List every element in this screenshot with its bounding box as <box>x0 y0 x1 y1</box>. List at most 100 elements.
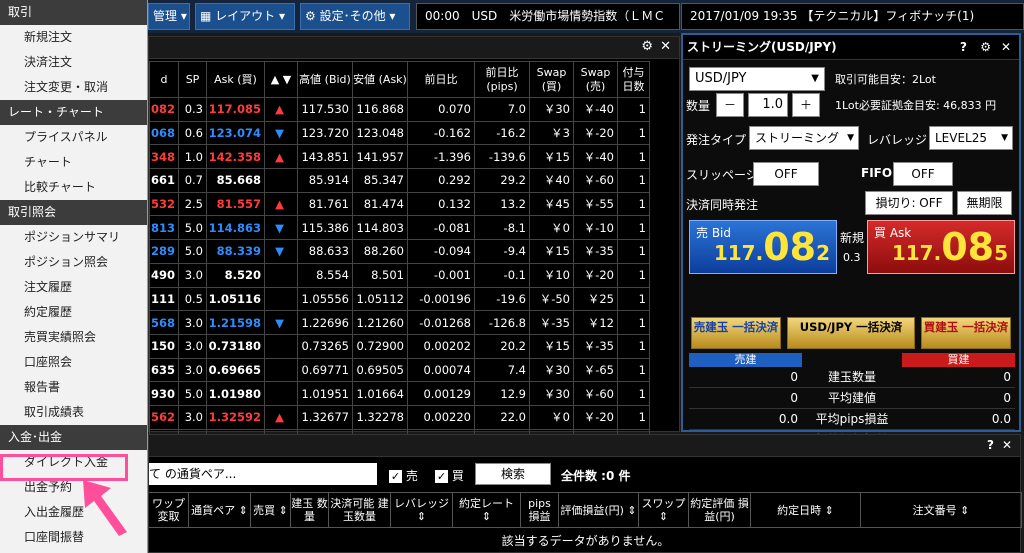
column-header[interactable]: スワップ ⇕ <box>639 493 689 527</box>
trend-arrow-icon <box>264 333 298 359</box>
table-row[interactable]: 490 3.0 8.520 8.554 8.501 -0.001 -0.1 ￥10 ￥-20 1 <box>149 262 650 288</box>
sidebar-item[interactable]: チャート <box>0 150 147 175</box>
table-row[interactable]: 635 3.0 0.69665 0.69771 0.69505 0.00074 7.4 ￥30… <box>149 357 650 383</box>
top-toolbar: 管理 ▾ ▦ レイアウト ▾ ⚙ 設定･その他 ▾ 00:00 USD 米労働市… <box>148 0 1024 33</box>
column-header[interactable]: 決済可能 建玉数量 <box>329 493 391 527</box>
column-header[interactable]: 注文番号 ⇕ <box>861 493 1022 527</box>
column-header[interactable]: ワップ 変取 <box>149 493 189 527</box>
close-all-pair-button[interactable]: USD/JPY 一括決済 <box>787 317 915 349</box>
rate-cell: 930 <box>149 381 179 406</box>
close-icon[interactable]: ✕ <box>1002 438 1012 452</box>
column-header[interactable]: Ask (買) <box>206 61 265 98</box>
rate-cell: 348 <box>149 144 179 170</box>
rate-cell: 532 <box>149 191 179 217</box>
table-row[interactable]: 068 0.6 123.074 ▼ 123.720 123.048 -0.162 -16.2 ￥… <box>149 120 650 146</box>
column-header[interactable]: 評価損益(円) ⇕ <box>559 493 639 527</box>
bid-sell-button[interactable]: 売 Bid 117.082 <box>689 220 837 274</box>
table-row[interactable]: 562 3.0 1.32592 ▲ 1.32677 1.32278 0.00220 22.0 ￥… <box>149 404 650 430</box>
leverage-select[interactable]: LEVEL25 ▼ <box>929 126 1013 150</box>
table-row[interactable]: 111 0.5 1.05116 1.05556 1.05112 -0.00196 -19.6… <box>149 286 650 312</box>
pair-select[interactable]: USD/JPY ▼ <box>689 67 825 91</box>
rate-cell: 2.5 <box>178 191 207 217</box>
table-row[interactable]: 568 3.0 1.21598 ▼ 1.22696 1.21260 -0.01268 -126… <box>149 310 650 335</box>
column-header[interactable]: レバレッジ ⇕ <box>391 493 453 527</box>
table-row[interactable]: 348 1.0 142.358 ▲ 143.851 141.957 -1.396 -139.6… <box>149 144 650 170</box>
column-header[interactable]: 安値 (Ask) <box>352 61 408 98</box>
order-type-select[interactable]: ストリーミング ▼ <box>749 126 859 150</box>
table-row[interactable]: 082 0.3 117.085 ▲ 117.530 116.868 0.070 7.0 ￥30 ￥… <box>149 97 650 122</box>
table-row[interactable]: 289 5.0 88.339 ▼ 88.633 88.260 -0.094 -9.4 ￥15 ￥-… <box>149 239 650 264</box>
column-header[interactable]: 前日比 <box>407 61 475 98</box>
column-header[interactable]: 約定日時 ⇕ <box>751 493 861 527</box>
rate-cell: -0.00196 <box>407 286 475 312</box>
column-header[interactable]: ▲ ▼ <box>264 61 298 98</box>
column-header[interactable]: 約定評価 損益(円) <box>689 493 751 527</box>
ask-buy-button[interactable]: 買 Ask 117.085 <box>867 220 1015 274</box>
buy-filter-checkbox[interactable]: ✓ 買 <box>435 467 464 484</box>
column-header[interactable]: 高値 (Bid) <box>297 61 353 98</box>
table-row[interactable]: 930 5.0 1.01980 1.01951 1.01664 0.00129 12.9 ￥3… <box>149 381 650 406</box>
table-row[interactable]: 532 2.5 81.557 ▲ 81.761 81.474 0.132 13.2 ￥45 ￥-5… <box>149 191 650 217</box>
quantity-input[interactable]: 1.0 <box>748 93 788 117</box>
expiry-button[interactable]: 無期限 <box>957 191 1012 215</box>
news-headline[interactable]: 2017/01/09 19:35 【テクニカル】フィボナッチ(1) <box>681 3 1024 30</box>
close-all-sell-button[interactable]: 売建玉 一括決済 <box>691 317 781 349</box>
buy-filter-label: 買 <box>451 469 464 483</box>
gear-icon[interactable]: ⚙ <box>980 35 991 60</box>
rate-cell: 1 <box>617 215 650 241</box>
column-header[interactable]: 前日比 (pips) <box>474 61 530 98</box>
close-icon[interactable]: ✕ <box>660 39 671 54</box>
rate-cell: 0.69505 <box>352 357 408 383</box>
column-header[interactable]: 付与 日数 <box>617 61 650 98</box>
layout-icon: ▦ <box>200 9 212 23</box>
help-icon[interactable]: ? <box>987 438 994 452</box>
slippage-toggle[interactable]: OFF <box>753 162 819 186</box>
layout-menu[interactable]: ▦ レイアウト ▾ <box>195 3 295 30</box>
quantity-decrease-button[interactable]: － <box>716 93 744 117</box>
sidebar-item[interactable]: 売買実績照会 <box>0 325 147 350</box>
column-header[interactable]: Swap (売) <box>573 61 618 98</box>
news-ticker[interactable]: 00:00 USD 米労働市場情勢指数（ＬＭＣ <box>416 3 680 30</box>
management-menu[interactable]: 管理 ▾ <box>148 3 190 30</box>
close-all-buy-button[interactable]: 買建玉 一括決済 <box>921 317 1011 349</box>
sidebar-item[interactable]: 新規注文 <box>0 25 147 50</box>
column-header[interactable]: 売買 ⇕ <box>251 493 291 527</box>
trend-arrow-icon <box>264 262 298 288</box>
sidebar-item[interactable]: 比較チャート <box>0 175 147 200</box>
column-header[interactable]: SP <box>178 61 207 98</box>
gear-icon[interactable]: ⚙ <box>641 39 653 54</box>
column-header[interactable]: 通貨ペア ⇕ <box>189 493 251 527</box>
close-icon[interactable]: ✕ <box>1001 35 1011 60</box>
sidebar-item[interactable]: ポジション照会 <box>0 250 147 275</box>
sidebar-item[interactable]: 報告書 <box>0 375 147 400</box>
stop-loss-button[interactable]: 損切り: OFF <box>865 191 953 215</box>
column-header[interactable]: Swap (買) <box>529 61 574 98</box>
column-header[interactable]: d <box>149 61 179 98</box>
table-row[interactable]: 150 3.0 0.73180 0.73265 0.72900 0.00202 20.2 ￥1… <box>149 333 650 359</box>
sidebar-item[interactable]: 決済注文 <box>0 50 147 75</box>
search-button[interactable]: 検索 <box>475 463 551 485</box>
settings-menu[interactable]: ⚙ 設定･その他 ▾ <box>300 3 410 30</box>
rate-cell: 3.0 <box>178 310 207 335</box>
sidebar-item[interactable]: 約定履歴 <box>0 300 147 325</box>
sidebar-item[interactable]: ポジションサマリ <box>0 225 147 250</box>
sidebar-item[interactable]: 注文履歴 <box>0 275 147 300</box>
sell-header: 売建 <box>689 353 802 367</box>
column-header[interactable]: 建玉 数量 <box>291 493 329 527</box>
sidebar-item[interactable]: 取引成績表 <box>0 400 147 425</box>
help-icon[interactable]: ? <box>960 35 967 60</box>
quantity-increase-button[interactable]: ＋ <box>792 93 820 117</box>
pair-filter-select[interactable]: て の通貨ペア... <box>149 463 377 485</box>
rate-cell: ￥30 <box>529 357 574 383</box>
sidebar-item[interactable]: 口座照会 <box>0 350 147 375</box>
fifo-toggle[interactable]: OFF <box>893 162 953 186</box>
table-row[interactable]: 813 5.0 114.863 ▼ 115.386 114.803 -0.081 -8.1 ￥0… <box>149 215 650 241</box>
table-row[interactable]: 661 0.7 85.668 85.914 85.347 0.292 29.2 ￥40 ￥-60… <box>149 168 650 193</box>
column-header[interactable]: pips 損益 <box>521 493 559 527</box>
sidebar-item[interactable]: 注文変更・取消 <box>0 75 147 100</box>
rate-cell: 1 <box>617 404 650 430</box>
sidebar-item[interactable]: プライスパネル <box>0 125 147 150</box>
rate-cell: ￥15 <box>529 333 574 359</box>
column-header[interactable]: 約定レート ⇕ <box>453 493 521 527</box>
sell-filter-checkbox[interactable]: ✓ 売 <box>389 467 418 484</box>
